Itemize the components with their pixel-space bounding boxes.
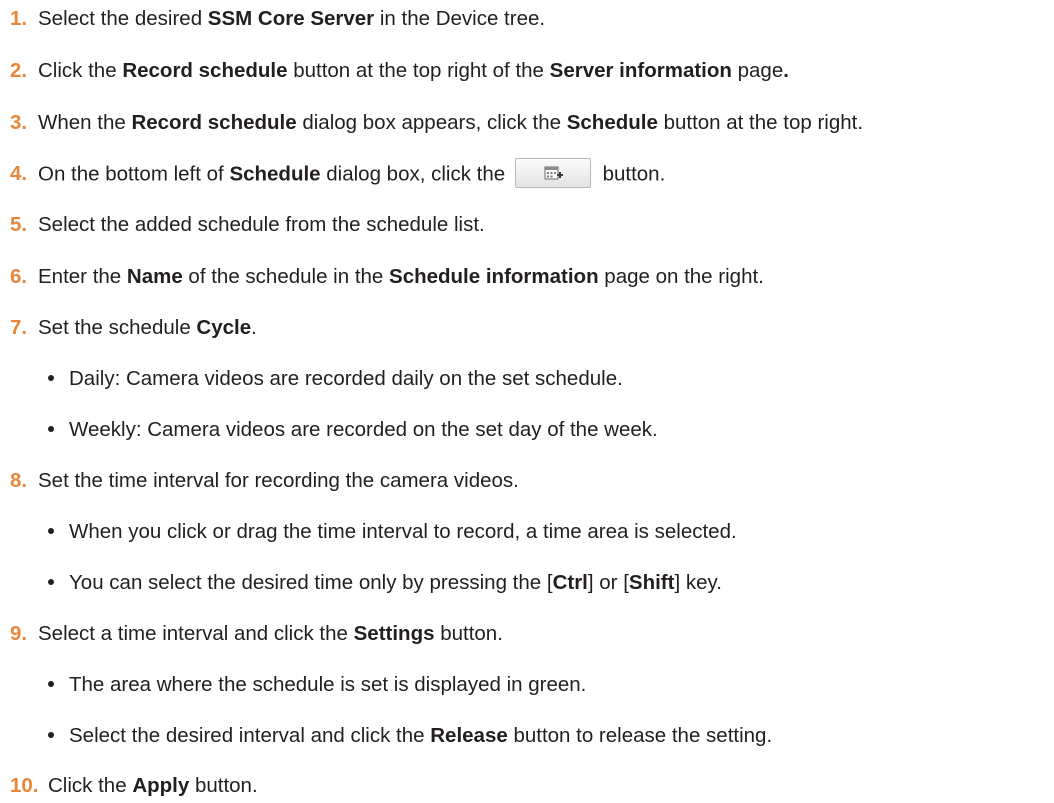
step-text-bold: Server information [549,59,732,82]
step-number: 5. [10,213,28,236]
step-number: 8. [10,469,28,492]
step-7: 7. Set the schedule Cycle. [10,315,257,341]
step-text-bold: Name [126,265,183,288]
step-1: 1. Select the desired SSM Core Server in … [10,6,545,32]
step-text: Enter the [38,265,127,288]
step-text-bold: Schedule information [389,265,599,288]
step-number: 1. [10,7,28,30]
bullet-text-bold: Release [430,724,508,747]
step-text-bold: Record schedule [131,111,297,134]
bullet-text: ] key. [674,571,722,594]
step-text: On the bottom left of [38,162,230,186]
step-text: . [251,316,257,339]
step-text: Select a time interval and click the [38,622,354,645]
step-text: button at the top right. [657,111,864,134]
step-text-bold: Settings [353,622,435,645]
step-text: dialog box, click the [320,162,511,186]
bullet-item: Daily: Camera videos are recorded daily … [48,366,623,392]
bullet-item: Select the desired interval and click th… [48,723,772,749]
step-text: button. [189,774,258,797]
step-text-bold: Record schedule [122,59,288,82]
step-number: 7. [10,316,28,339]
step-5: 5. Select the added schedule from the sch… [10,212,485,238]
bullet-text: Daily: Camera videos are recorded daily … [69,367,623,390]
step-number: 3. [10,111,28,134]
step-text-bold: Schedule [229,162,321,186]
instruction-document: 1. Select the desired SSM Core Server in … [0,0,1054,803]
step-text-bold: Cycle [196,316,252,339]
add-schedule-button[interactable] [514,158,591,188]
step-9: 9. Select a time interval and click the S… [10,621,503,647]
step-text: in the Device tree. [374,7,546,30]
bullet-text: The area where the schedule is set is di… [69,673,587,696]
step-text: Select the desired [38,7,208,30]
bullet-item: You can select the desired time only by … [48,570,722,596]
bullet-text: When you click or drag the time interval… [69,520,737,543]
bullet-text: Weekly: Camera videos are recorded on th… [69,418,658,441]
bullet-dot-icon [48,680,54,687]
step-text-bold: Apply [132,774,190,797]
step-number: 4. [10,162,28,186]
step-text: Set the schedule [38,316,197,339]
step-2: 2. Click the Record schedule button at th… [10,58,789,84]
step-text: Select the added schedule from the sched… [38,213,485,236]
step-3: 3. When the Record schedule dialog box ap… [10,110,863,136]
step-text: When the [38,111,132,134]
step-text: page [731,59,784,82]
bullet-text-bold: Shift [628,571,675,594]
bullet-text: Select the desired interval and click th… [69,724,431,747]
bullet-text: You can select the desired time only by … [69,571,553,594]
bullet-dot-icon [48,425,54,432]
bullet-text-bold: Ctrl [552,571,588,594]
bullet-text: ] or [ [587,571,629,594]
step-text-bold: SSM Core Server [207,7,375,30]
bullet-item: The area where the schedule is set is di… [48,672,586,698]
step-text-bold: Schedule [566,111,658,134]
step-10: 10. Click the Apply button. [10,773,258,799]
step-number: 6. [10,265,28,288]
step-text: of the schedule in the [182,265,390,288]
add-schedule-icon [544,166,563,180]
step-text: Click the [38,59,123,82]
step-4: 4. On the bottom left of Schedule dialog … [10,158,666,190]
step-text: Click the [48,774,133,797]
step-number: 2. [10,59,28,82]
step-text: button at the top right of the [287,59,550,82]
step-text: page on the right. [598,265,764,288]
step-6: 6. Enter the Name of the schedule in the … [10,264,764,290]
bullet-dot-icon [48,374,54,381]
step-8: 8. Set the time interval for recording th… [10,468,519,494]
bullet-text: button to release the setting. [507,724,773,747]
bullet-dot-icon [48,578,54,585]
step-text: Set the time interval for recording the … [38,469,519,492]
bullet-item: Weekly: Camera videos are recorded on th… [48,417,658,443]
bullet-dot-icon [48,731,54,738]
step-number: 9. [10,622,28,645]
step-text: button. [434,622,503,645]
bullet-dot-icon [48,527,54,534]
step-number: 10. [10,774,39,797]
bullet-item: When you click or drag the time interval… [48,519,737,545]
step-text: dialog box appears, click the [296,111,567,134]
step-text-bold: . [783,59,789,82]
step-text: button. [596,162,666,186]
